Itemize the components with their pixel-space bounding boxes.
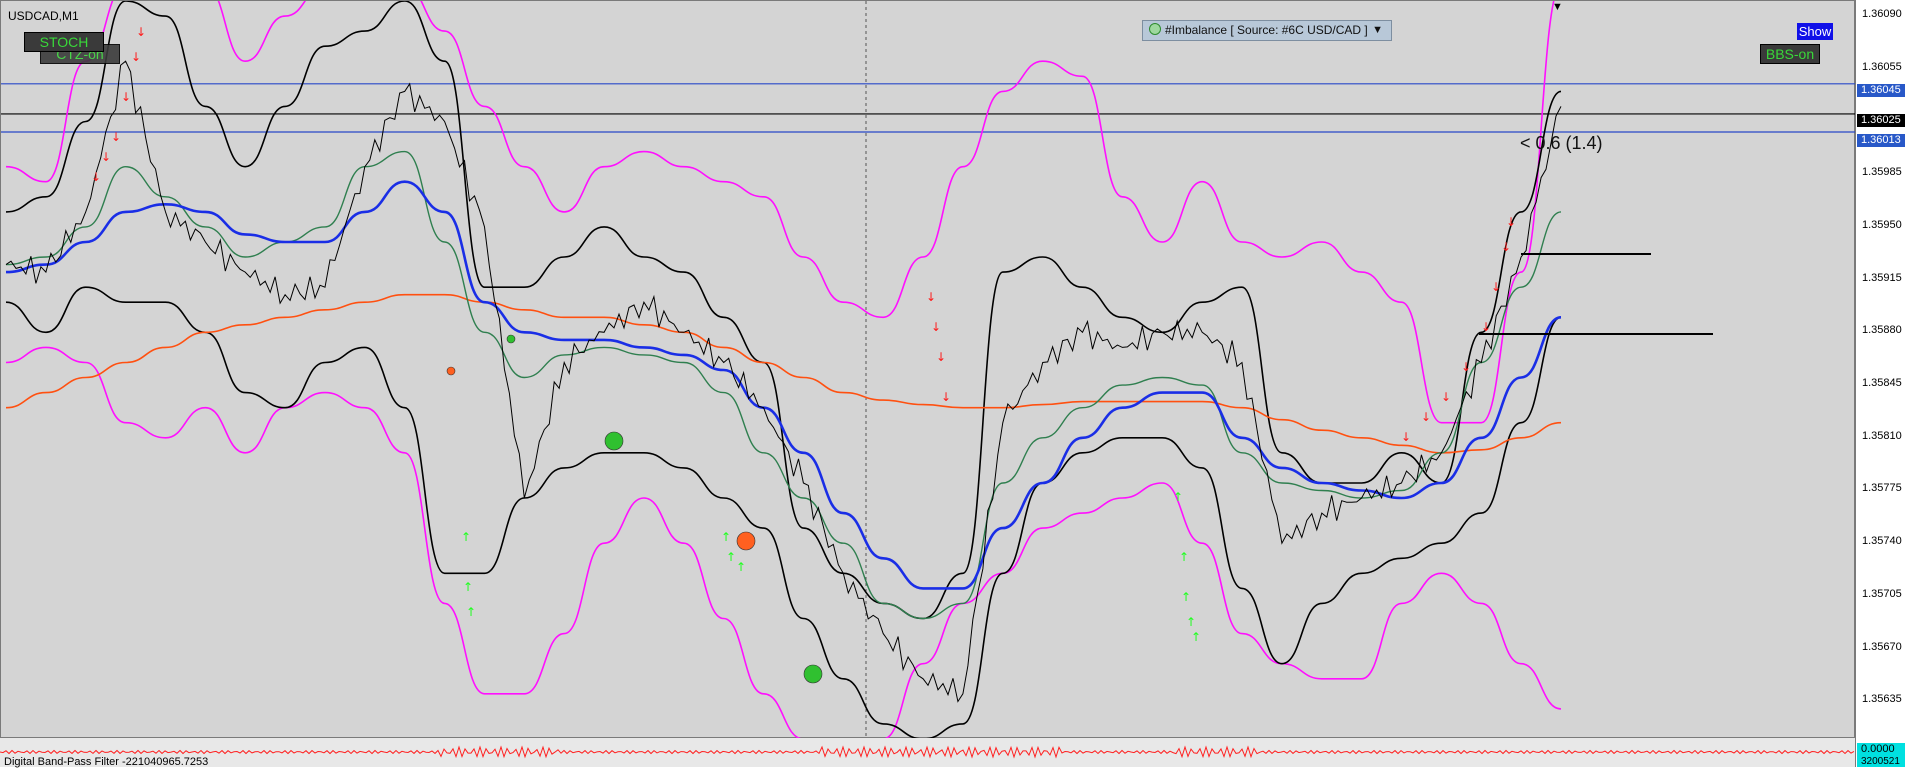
imbalance-indicator-selector[interactable]: #Imbalance [ Source: #6C USD/CAD ] ▼ [1142,20,1392,41]
price-tick-label: 1.35740 [1862,535,1902,548]
imbalance-dot [803,664,823,684]
level-tag-upper: 1.36045 [1857,84,1905,97]
level-tag-lower: 1.36013 [1857,134,1905,147]
fib-annotation: < 0.6 (1.4) [1520,133,1603,153]
price-tick-label: 1.35950 [1862,218,1902,231]
price-tick-label: 1.36090 [1862,8,1902,21]
filter-scale-tag: 3200521 [1861,756,1900,767]
series-magenta-upper [5,1,1555,424]
signal-buy-arrow: ↑ [1191,630,1201,644]
signal-sell-arrow: ↓ [1501,240,1511,254]
filter-label: Digital Band-Pass Filter -221040965.7253 [4,756,209,768]
signal-sell-arrow: ↓ [111,130,121,144]
price-tick-label: 1.35705 [1862,587,1902,600]
signal-sell-arrow: ↓ [101,150,111,164]
signal-sell-arrow: ↓ [936,350,946,364]
price-tick-label: 1.35915 [1862,271,1902,284]
price-tick-label: 1.35845 [1862,377,1902,390]
chart-area[interactable]: ↓ ↓ ↓ ↓ ↓ ↓ ↓ ↓ ↓ ↓ ↓ ↓ ↓ ↓ ↓ ↓ ↓ ↓ ↑ ↑ ↑ ↑ ↑ ↑ ↑ ↑ ↑ ↑ ↑ ▼ [0,0,1856,739]
signal-buy-arrow: ↑ [1181,590,1191,604]
imbalance-dot [506,334,516,344]
price-tick-label: 1.35880 [1862,324,1902,337]
price-axis[interactable]: 1.36090 1.36055 1.35985 1.35950 1.35915 1.358… [1855,0,1905,767]
chart-menu-arrow-icon[interactable]: ▼ [1552,1,1563,13]
price-tick-label: 1.35775 [1862,482,1902,495]
imbalance-dot [604,431,624,451]
signal-sell-arrow: ↓ [121,90,131,104]
signal-buy-arrow: ↑ [736,560,746,574]
bbs-button[interactable]: BBS-on [1760,44,1820,64]
signal-sell-arrow: ↓ [1401,430,1411,444]
signal-sell-arrow: ↓ [91,170,101,184]
series-magenta-lower [5,346,1562,739]
current-price-tag: 1.36025 [1857,114,1905,127]
show-button[interactable]: Show [1797,23,1833,40]
price-chart: ↓↓↓↓↓↓↓↓↓↓↓↓↓↓↓↓↓↓↑↑↑↑↑↑↑↑↑↑↑ [1,1,1856,739]
signal-sell-arrow: ↓ [1481,320,1491,334]
signal-sell-arrow: ↓ [1461,360,1471,374]
signal-sell-arrow: ↓ [931,320,941,334]
signal-sell-arrow: ↓ [941,390,951,404]
signal-sell-arrow: ↓ [131,50,141,64]
signal-buy-arrow: ↑ [726,550,736,564]
signal-buy-arrow: ↑ [1179,550,1189,564]
series-black-upper [5,1,1562,620]
series-price [5,60,1562,703]
imbalance-dot [736,531,756,551]
price-tick-label: 1.35985 [1862,166,1902,179]
series-green-ma [5,150,1562,620]
band-pass-filter-panel[interactable]: Digital Band-Pass Filter -221040965.7253 [0,738,1855,768]
price-tick-label: 1.35810 [1862,429,1902,442]
signal-sell-arrow: ↓ [1491,280,1501,294]
signal-buy-arrow: ↑ [721,530,731,544]
filter-wave [0,745,1855,759]
signal-sell-arrow: ↓ [136,25,146,39]
signal-buy-arrow: ↑ [1186,615,1196,629]
signal-sell-arrow: ↓ [1421,410,1431,424]
signal-buy-arrow: ↑ [461,530,471,544]
imbalance-dot [446,366,456,376]
filter-wave-line [0,745,1855,759]
signal-buy-arrow: ↑ [1173,490,1183,504]
price-tick-label: 1.35635 [1862,693,1902,706]
price-tick-label: 1.36055 [1862,60,1902,73]
signal-buy-arrow: ↑ [463,580,473,594]
signal-sell-arrow: ↓ [1441,390,1451,404]
indicator-status-icon [1149,23,1161,35]
imbalance-label: #Imbalance [ Source: #6C USD/CAD ] [1165,23,1368,37]
price-tick-label: 1.35670 [1862,640,1902,653]
signal-sell-arrow: ↓ [926,290,936,304]
dropdown-caret-icon[interactable]: ▼ [1372,21,1383,40]
symbol-title: USDCAD,M1 [8,9,79,23]
signal-buy-arrow: ↑ [466,605,476,619]
signal-sell-arrow: ↓ [1506,215,1516,229]
stoch-button[interactable]: STOCH [24,32,104,52]
